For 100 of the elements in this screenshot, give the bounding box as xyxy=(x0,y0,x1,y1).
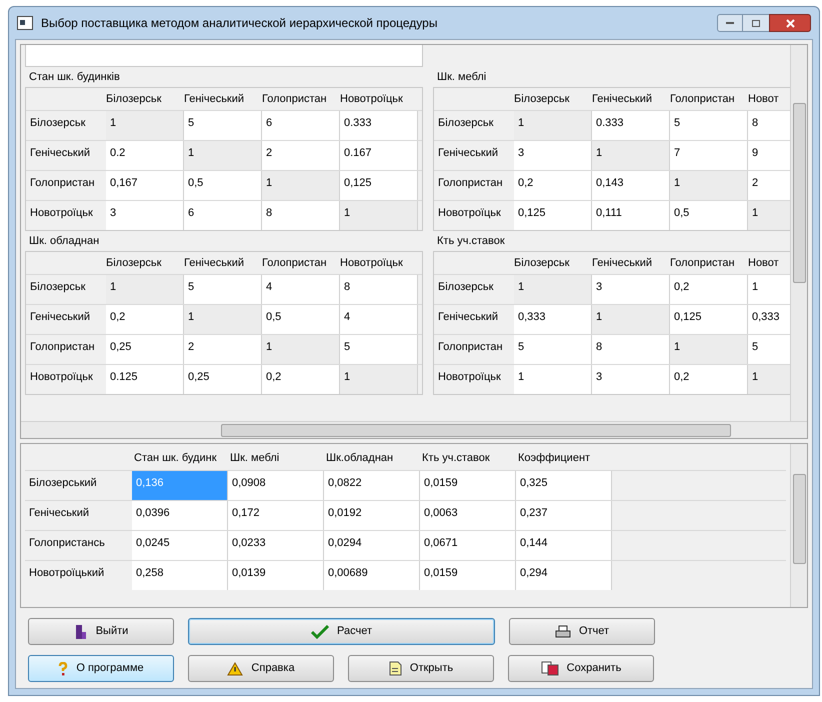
table-cell[interactable]: 0.2 xyxy=(106,141,184,170)
table-cell[interactable]: 4 xyxy=(262,275,340,304)
action-button[interactable]: Открыть xyxy=(348,655,494,682)
table-cell[interactable]: 0,0671 xyxy=(420,531,516,560)
table-cell[interactable]: 0,258 xyxy=(132,561,228,590)
table-cell[interactable]: 0,2 xyxy=(670,365,748,394)
table-cell[interactable]: 0,0233 xyxy=(228,531,324,560)
table-cell[interactable]: 1 xyxy=(748,201,790,230)
column-header: Кть уч.ставок xyxy=(421,450,491,466)
table-cell[interactable]: 0.333 xyxy=(340,111,418,140)
table-cell[interactable]: 0.333 xyxy=(592,111,670,140)
action-button[interactable]: О программе xyxy=(28,655,174,682)
vertical-scrollbar[interactable] xyxy=(790,444,807,607)
row-header: Генічеський xyxy=(437,310,500,325)
table-cell[interactable]: 0,294 xyxy=(516,561,612,590)
table-cell[interactable]: 1 xyxy=(514,275,592,304)
table-cell[interactable]: 0,0908 xyxy=(228,471,324,500)
table-cell[interactable]: 0,0245 xyxy=(132,531,228,560)
table-cell[interactable]: 1 xyxy=(184,141,262,170)
table-cell[interactable]: 1 xyxy=(262,171,340,200)
table-cell[interactable]: 1 xyxy=(592,305,670,334)
table-cell[interactable]: 1 xyxy=(514,111,592,140)
table-cell[interactable]: 0,144 xyxy=(516,531,612,560)
table-cell[interactable]: 0,0396 xyxy=(132,501,228,530)
table-cell[interactable]: 3 xyxy=(514,141,592,170)
table-cell[interactable]: 1 xyxy=(262,335,340,364)
table-cell[interactable]: 0,5 xyxy=(184,171,262,200)
table-cell[interactable]: 0,2 xyxy=(670,275,748,304)
table-cell[interactable]: 1 xyxy=(670,335,748,364)
table-cell[interactable]: 0,2 xyxy=(106,305,184,334)
table-cell[interactable]: 8 xyxy=(340,275,418,304)
table-cell[interactable]: 0,2 xyxy=(514,171,592,200)
table-cell[interactable]: 4 xyxy=(340,305,418,334)
table-cell[interactable]: 6 xyxy=(262,111,340,140)
action-button[interactable]: Выйти xyxy=(28,618,174,645)
table-cell[interactable]: 0.125 xyxy=(106,365,184,394)
table-cell[interactable]: 0,0063 xyxy=(420,501,516,530)
table-cell[interactable]: 0,143 xyxy=(592,171,670,200)
table-cell[interactable]: 0,5 xyxy=(262,305,340,334)
table-cell[interactable]: 8 xyxy=(592,335,670,364)
table-cell[interactable]: 0,0139 xyxy=(228,561,324,590)
table-cell[interactable]: 0,0294 xyxy=(324,531,420,560)
table-cell[interactable]: 0,333 xyxy=(514,305,592,334)
table-cell[interactable]: 7 xyxy=(670,141,748,170)
table-cell[interactable]: 1 xyxy=(748,365,790,394)
table-cell[interactable]: 3 xyxy=(106,201,184,230)
table-cell[interactable]: 0,125 xyxy=(340,171,418,200)
table-cell[interactable]: 0,0822 xyxy=(324,471,420,500)
table-cell[interactable]: 0,125 xyxy=(670,305,748,334)
table-cell[interactable]: 0,0192 xyxy=(324,501,420,530)
table-cell[interactable]: 2 xyxy=(262,141,340,170)
app-icon xyxy=(17,16,33,30)
close-button[interactable] xyxy=(769,14,811,32)
table-cell[interactable]: 5 xyxy=(184,111,262,140)
table-cell[interactable]: 0,0159 xyxy=(420,561,516,590)
table-cell[interactable]: 5 xyxy=(748,335,790,364)
table-cell[interactable]: 0,237 xyxy=(516,501,612,530)
table-cell[interactable]: 1 xyxy=(340,201,418,230)
table-cell[interactable]: 1 xyxy=(670,171,748,200)
table-cell[interactable]: 5 xyxy=(184,275,262,304)
table-cell[interactable]: 1 xyxy=(340,365,418,394)
table-cell[interactable]: 1 xyxy=(592,141,670,170)
table-cell[interactable]: 8 xyxy=(748,111,790,140)
horizontal-scrollbar[interactable] xyxy=(21,421,807,438)
action-button[interactable]: Сохранить xyxy=(508,655,654,682)
table-cell[interactable]: 0,125 xyxy=(514,201,592,230)
table-cell[interactable]: 0.167 xyxy=(340,141,418,170)
table-cell[interactable]: 5 xyxy=(514,335,592,364)
table-cell[interactable]: 3 xyxy=(592,365,670,394)
table-cell[interactable]: 1 xyxy=(184,305,262,334)
table-cell[interactable]: 5 xyxy=(340,335,418,364)
action-button[interactable]: Справка xyxy=(188,655,334,682)
table-cell[interactable]: 0,25 xyxy=(106,335,184,364)
table-cell[interactable]: 8 xyxy=(262,201,340,230)
table-cell[interactable]: 9 xyxy=(748,141,790,170)
table-cell[interactable]: 0,2 xyxy=(262,365,340,394)
table-cell[interactable]: 1 xyxy=(748,275,790,304)
table-cell[interactable]: 0,00689 xyxy=(324,561,420,590)
table-cell[interactable]: 0,25 xyxy=(184,365,262,394)
table-cell[interactable]: 3 xyxy=(592,275,670,304)
table-cell[interactable]: 2 xyxy=(748,171,790,200)
table-cell[interactable]: 0,111 xyxy=(592,201,670,230)
table-cell[interactable]: 0,0159 xyxy=(420,471,516,500)
table-cell[interactable]: 0,167 xyxy=(106,171,184,200)
row-header: Генічеський xyxy=(29,146,92,161)
vertical-scrollbar[interactable] xyxy=(790,45,807,421)
table-cell[interactable]: 0,333 xyxy=(748,305,790,334)
table-cell[interactable]: 6 xyxy=(184,201,262,230)
minimize-button[interactable] xyxy=(717,14,743,32)
table-cell[interactable]: 2 xyxy=(184,335,262,364)
table-cell[interactable]: 5 xyxy=(670,111,748,140)
table-cell[interactable]: 0,172 xyxy=(228,501,324,530)
table-cell[interactable]: 0,5 xyxy=(670,201,748,230)
table-cell[interactable]: 1 xyxy=(514,365,592,394)
table-cell[interactable]: 0,325 xyxy=(516,471,612,500)
action-button[interactable]: Расчет xyxy=(188,618,495,645)
table-cell[interactable]: 1 xyxy=(106,275,184,304)
maximize-button[interactable] xyxy=(743,14,769,32)
action-button[interactable]: Отчет xyxy=(509,618,655,645)
table-cell[interactable]: 1 xyxy=(106,111,184,140)
